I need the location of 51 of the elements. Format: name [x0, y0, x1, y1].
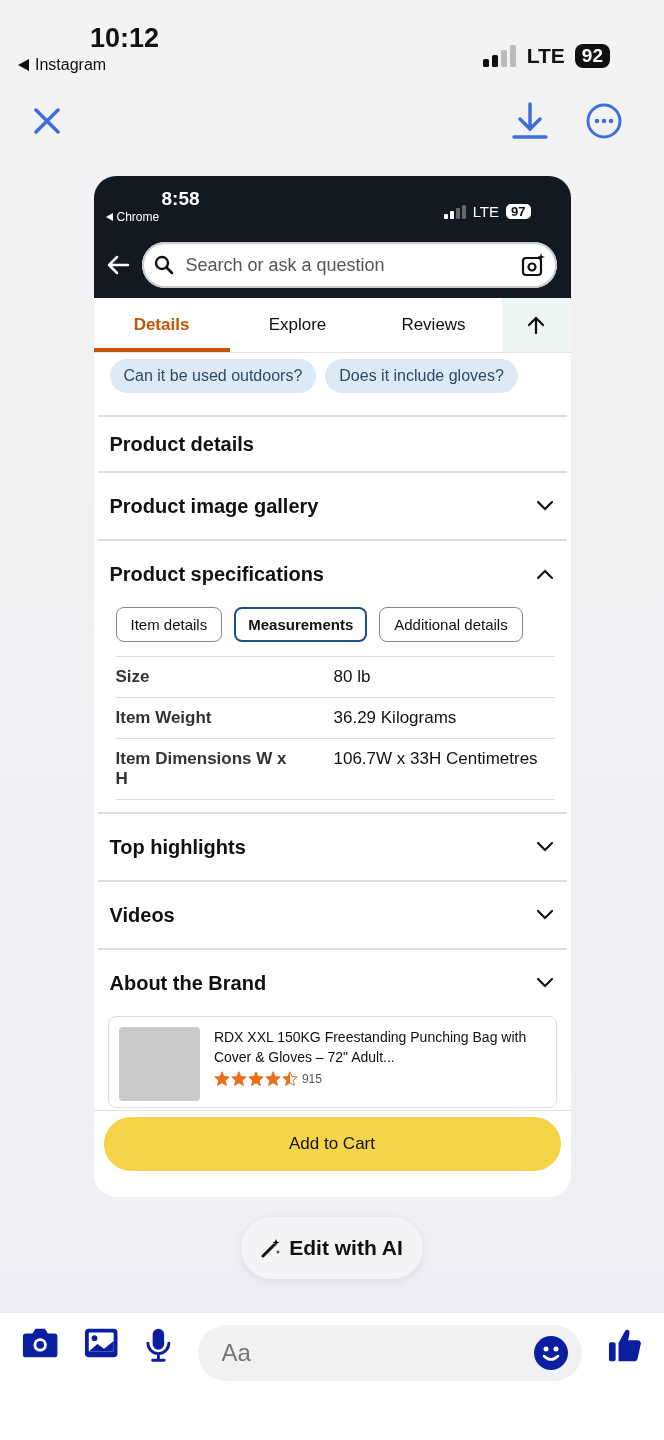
- question-chip[interactable]: Can it be used outdoors?: [109, 359, 317, 393]
- spec-label: Item Weight: [115, 708, 213, 728]
- status-time: 10:12: [89, 23, 160, 54]
- message-field[interactable]: Aa: [219, 1338, 534, 1368]
- battery-indicator: 92: [574, 44, 610, 68]
- battery-indicator: 97: [506, 204, 531, 219]
- spec-value: 36.29 Kilograms: [333, 708, 458, 728]
- search-icon: [153, 255, 174, 275]
- status-time: 8:58: [160, 188, 200, 210]
- product-title: RDX XXL 150KG Freestanding Punching Bag with Cover & Gloves – 72" Adult...: [213, 1028, 528, 1067]
- spec-tab[interactable]: Measurements: [234, 607, 368, 642]
- back-triangle-icon[interactable]: [105, 213, 113, 221]
- back-arrow-icon[interactable]: [105, 255, 130, 275]
- spec-value: 80 lb: [333, 667, 372, 687]
- message-bar[interactable]: Aa: [197, 1325, 582, 1381]
- accordion-header[interactable]: Videos: [97, 882, 567, 948]
- accordion-header[interactable]: About the Brand: [97, 950, 567, 1016]
- edit-with-ai-button[interactable]: Edit with AI: [241, 1217, 423, 1279]
- spec-value: 106.7W x 33H Centimetres: [333, 749, 539, 770]
- back-to-app-link[interactable]: Chrome: [116, 210, 160, 224]
- back-to-app-link[interactable]: Instagram: [35, 56, 107, 74]
- close-icon[interactable]: [34, 108, 60, 134]
- spec-tab[interactable]: Item details: [115, 607, 223, 642]
- microphone-icon[interactable]: [144, 1327, 172, 1363]
- network-label: LTE: [526, 44, 565, 68]
- image-icon[interactable]: [84, 1327, 119, 1359]
- product-card[interactable]: RDX XXL 150KG Freestanding Punching Bag with Cover & Gloves – 72" Adult... 915: [107, 1016, 557, 1108]
- question-chip[interactable]: Does it include gloves?: [325, 359, 518, 393]
- arrow-up-icon: [528, 316, 544, 334]
- add-to-cart-button[interactable]: Add to Cart: [103, 1117, 561, 1171]
- thumbs-up-icon[interactable]: [607, 1327, 642, 1363]
- section-heading: Product details: [109, 432, 254, 456]
- more-icon[interactable]: [586, 103, 622, 139]
- spec-label: Size: [115, 667, 151, 687]
- search-bar[interactable]: Search or ask a question: [141, 242, 557, 288]
- download-icon[interactable]: [512, 102, 548, 140]
- back-triangle-icon[interactable]: [18, 59, 29, 71]
- network-label: LTE: [472, 203, 500, 220]
- camera-search-icon[interactable]: [520, 253, 545, 277]
- rating-count: 915: [301, 1071, 322, 1086]
- magic-pencil-icon: [261, 1238, 282, 1258]
- search-field[interactable]: Search or ask a question: [183, 253, 511, 277]
- spec-label: Item Dimensions W x H: [115, 749, 288, 789]
- signal-icon: [443, 204, 466, 219]
- accordion-header[interactable]: Top highlights: [97, 814, 567, 880]
- signal-icon: [482, 45, 517, 67]
- emoji-icon[interactable]: [533, 1336, 568, 1370]
- camera-icon[interactable]: [22, 1327, 59, 1359]
- accordion-header[interactable]: Product specifications: [97, 541, 567, 607]
- accordion-header[interactable]: Product image gallery: [97, 473, 567, 539]
- spec-tab[interactable]: Additional details: [379, 607, 523, 642]
